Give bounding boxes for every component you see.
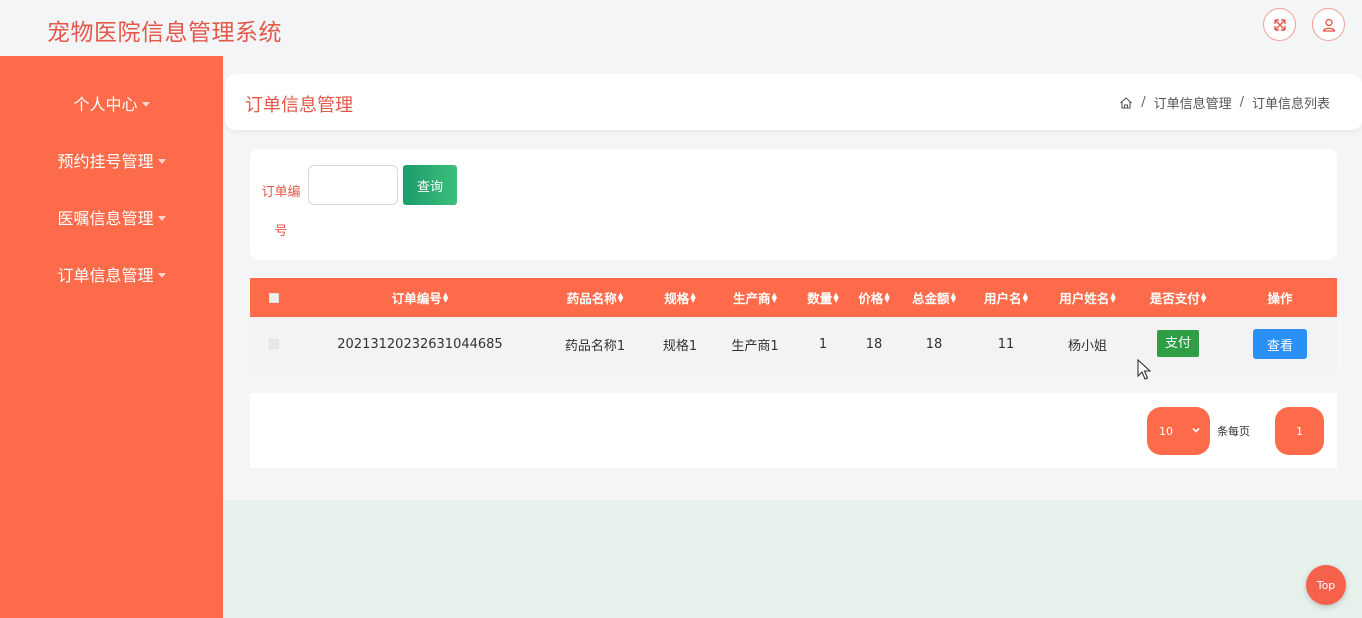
view-button[interactable]: 查看 <box>1253 329 1307 359</box>
page-title: 订单信息管理 <box>245 95 353 116</box>
column-actions: 操作 <box>1245 278 1315 317</box>
search-button[interactable]: 查询 <box>403 165 457 205</box>
column-label: 规格 <box>664 291 690 306</box>
sort-icon: ▲ ▼ <box>950 290 956 304</box>
sidebar-item-label: 个人中心 <box>73 95 138 114</box>
sort-icon: ▲ ▼ <box>884 290 890 304</box>
column-label: 总金额 <box>912 291 950 306</box>
column-spec[interactable]: 规格 ▲ ▼ <box>650 278 710 317</box>
expand-icon <box>1273 18 1286 31</box>
column-label: 订单编号 <box>391 291 442 306</box>
row-checkbox[interactable] <box>264 317 284 371</box>
back-to-top-button[interactable]: Top <box>1306 565 1346 605</box>
search-panel: 订单编号 查询 <box>250 149 1337 260</box>
breadcrumb-item: 订单信息列表 <box>1251 97 1330 112</box>
top-bar: 宠物医院信息管理系统 <box>0 0 1362 56</box>
cell-total: 18 <box>925 336 943 352</box>
page-header: 订单信息管理 / 订单信息管理 / 订单信息列表 <box>225 74 1362 130</box>
cell-spec: 规格1 <box>662 338 698 354</box>
column-username[interactable]: 用户名 ▲ ▼ <box>976 278 1036 317</box>
table-row: 20213120232631044685 药品名称1 规格1 生产商1 1 18… <box>250 317 1337 371</box>
sort-icon: ▲ ▼ <box>1110 290 1116 304</box>
column-label: 生产商 <box>733 291 771 306</box>
sidebar-item-appointments[interactable]: 预约挂号管理 <box>0 140 223 180</box>
cell-username: 11 <box>997 336 1015 352</box>
fullscreen-button[interactable] <box>1263 8 1296 41</box>
page-button-current[interactable]: 1 <box>1275 407 1324 455</box>
column-total[interactable]: 总金额 ▲ ▼ <box>904 278 964 317</box>
order-no-label: 订单编号 <box>261 185 301 239</box>
cell-manufacturer: 生产商1 <box>731 338 779 354</box>
column-label: 用户名 <box>984 291 1022 306</box>
sidebar: 个人中心 预约挂号管理 医嘱信息管理 订单信息管理 <box>0 56 223 618</box>
sidebar-item-label: 预约挂号管理 <box>57 152 154 171</box>
sort-icon: ▲ ▼ <box>442 290 449 304</box>
breadcrumb-separator: / <box>1239 95 1244 110</box>
mouse-cursor-icon <box>1137 359 1151 380</box>
caret-down-icon <box>141 101 150 107</box>
column-label: 价格 <box>858 291 884 306</box>
select-all-checkbox[interactable] <box>264 278 284 317</box>
caret-down-icon <box>157 158 166 164</box>
column-label: 数量 <box>807 291 833 306</box>
page-size-select[interactable]: 10 <box>1147 407 1210 455</box>
pagination: 10 条每页 1 <box>250 393 1337 468</box>
sidebar-item-label: 订单信息管理 <box>57 266 154 285</box>
column-label: 操作 <box>1267 291 1293 306</box>
user-button[interactable] <box>1312 8 1345 41</box>
per-page-label: 条每页 <box>1217 425 1250 438</box>
home-icon[interactable] <box>1119 96 1133 110</box>
cell-quantity: 1 <box>818 336 828 352</box>
breadcrumb: / 订单信息管理 / 订单信息列表 <box>1119 93 1330 112</box>
column-label: 药品名称 <box>566 291 617 306</box>
column-user-fullname[interactable]: 用户姓名 ▲ ▼ <box>1050 278 1125 317</box>
caret-down-icon <box>157 215 166 221</box>
sidebar-item-orders[interactable]: 订单信息管理 <box>0 254 223 294</box>
column-manufacturer[interactable]: 生产商 ▲ ▼ <box>720 278 790 317</box>
column-label: 用户姓名 <box>1059 291 1110 306</box>
orders-table: 订单编号 ▲ ▼ 药品名称 ▲ ▼ 规格 ▲ ▼ 生产商 ▲ ▼ 数量 ▲ ▼ 价格 ▲ ▼ 总金额 ▲ ▼… <box>250 278 1337 371</box>
sidebar-item-medical-orders[interactable]: 医嘱信息管理 <box>0 197 223 237</box>
column-quantity[interactable]: 数量 ▲ ▼ <box>800 278 846 317</box>
cell-user-fullname: 杨小姐 <box>1067 338 1107 354</box>
cell-actions: 查看 <box>1245 317 1315 371</box>
breadcrumb-separator: / <box>1141 95 1146 110</box>
cell-price: 18 <box>865 336 883 352</box>
cell-order-no: 20213120232631044685 <box>337 336 503 352</box>
sort-icon: ▲ ▼ <box>771 290 777 304</box>
order-no-input[interactable] <box>308 165 398 205</box>
sort-icon: ▲ ▼ <box>1200 290 1207 304</box>
sort-icon: ▲ ▼ <box>690 290 696 304</box>
column-paid[interactable]: 是否支付 ▲ ▼ <box>1140 278 1216 317</box>
sidebar-item-personal-center[interactable]: 个人中心 <box>0 83 223 123</box>
column-price[interactable]: 价格 ▲ ▼ <box>851 278 897 317</box>
sidebar-item-label: 医嘱信息管理 <box>57 209 154 228</box>
caret-down-icon <box>157 272 166 278</box>
sort-icon: ▲ ▼ <box>833 290 839 304</box>
cell-drug-name: 药品名称1 <box>564 338 626 354</box>
column-label: 是否支付 <box>1149 291 1200 306</box>
column-order-no[interactable]: 订单编号 ▲ ▼ <box>310 278 530 317</box>
sort-icon: ▲ ▼ <box>1022 290 1028 304</box>
column-drug-name[interactable]: 药品名称 ▲ ▼ <box>550 278 640 317</box>
user-icon <box>1322 18 1335 32</box>
breadcrumb-item[interactable]: 订单信息管理 <box>1154 93 1232 112</box>
sort-icon: ▲ ▼ <box>617 290 624 304</box>
cell-paid: 支付 <box>1140 317 1216 371</box>
app-title: 宠物医院信息管理系统 <box>47 20 282 46</box>
page-size-value: 10 <box>1159 424 1173 438</box>
table-header: 订单编号 ▲ ▼ 药品名称 ▲ ▼ 规格 ▲ ▼ 生产商 ▲ ▼ 数量 ▲ ▼ 价格 ▲ ▼ 总金额 ▲ ▼… <box>250 278 1337 317</box>
pay-button[interactable]: 支付 <box>1156 329 1199 357</box>
chevron-down-icon <box>1192 427 1200 433</box>
